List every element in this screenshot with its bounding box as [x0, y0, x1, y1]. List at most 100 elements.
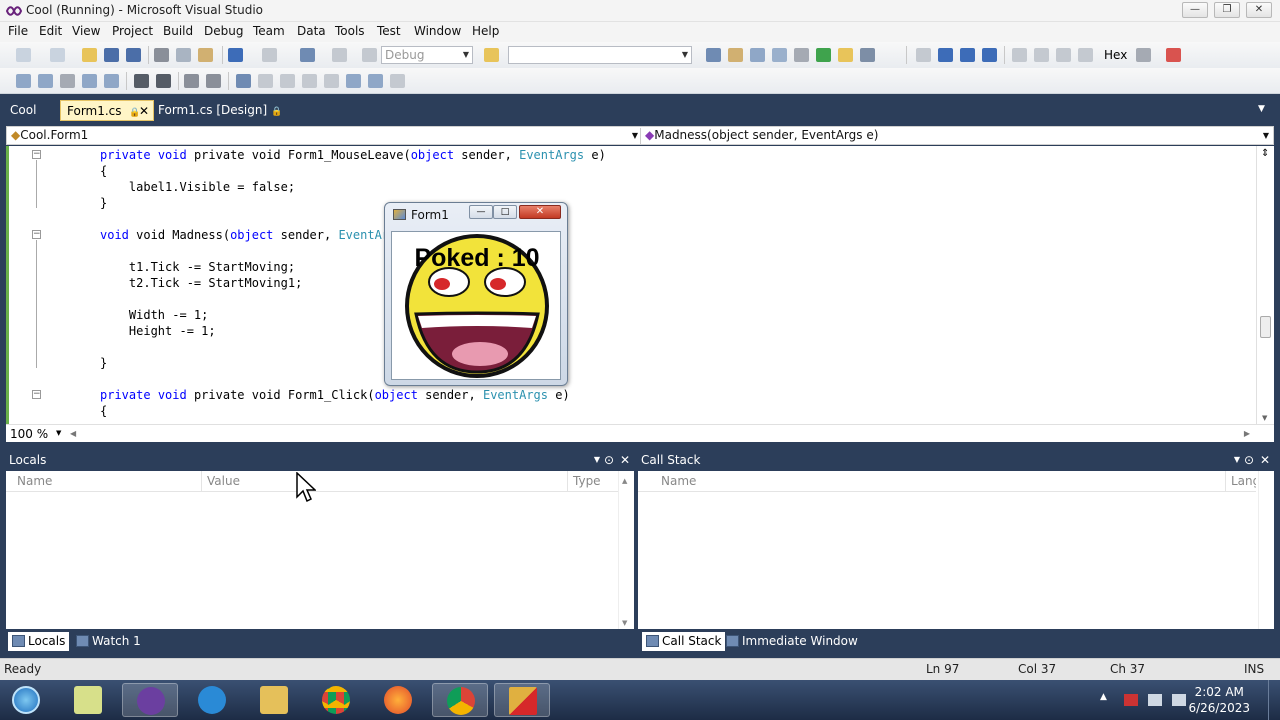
prev-bookmark-document-icon[interactable] — [346, 74, 361, 88]
start-debugging-icon[interactable] — [362, 48, 377, 62]
form1-client-area[interactable]: Poked : 10 — [391, 231, 561, 380]
panel-menu-icon[interactable]: ▼ — [594, 451, 600, 469]
navigate-backward-icon[interactable] — [300, 48, 315, 62]
undo-icon[interactable] — [228, 48, 243, 62]
show-desktop-button[interactable] — [1268, 680, 1280, 720]
cut-icon[interactable] — [154, 48, 169, 62]
scroll-down-icon[interactable]: ▼ — [622, 619, 627, 627]
collapse-toggle[interactable]: − — [32, 230, 41, 239]
tab-form1-cs[interactable]: Form1.cs 🔒 ✕ — [60, 100, 154, 121]
paste-icon[interactable] — [198, 48, 213, 62]
menu-tools[interactable]: Tools — [335, 24, 365, 38]
column-value[interactable]: Value — [202, 471, 568, 491]
menu-edit[interactable]: Edit — [39, 24, 62, 38]
form1-maximize-button[interactable]: □ — [493, 205, 517, 219]
start-page-icon[interactable] — [816, 48, 831, 62]
column-type[interactable]: Type — [568, 471, 618, 491]
show-hidden-icons[interactable]: ▲ — [1100, 692, 1107, 702]
menu-team[interactable]: Team — [253, 24, 285, 38]
taskbar-visual-studio[interactable] — [122, 683, 178, 717]
parameter-info-icon[interactable] — [38, 74, 53, 88]
tab-form1-design[interactable]: Form1.cs [Design] 🔒 — [152, 100, 288, 121]
show-next-statement-icon[interactable] — [1012, 48, 1027, 62]
tab-list-dropdown-icon[interactable]: ▼ — [1258, 104, 1265, 114]
zoom-dropdown-icon[interactable]: ▼ — [56, 429, 61, 437]
tab-immediate-window[interactable]: Immediate Window — [722, 632, 862, 651]
scrollbar-thumb[interactable] — [1260, 316, 1271, 338]
menu-view[interactable]: View — [72, 24, 100, 38]
volume-icon[interactable] — [1172, 694, 1186, 706]
scroll-down-icon[interactable]: ▼ — [1262, 414, 1267, 422]
close-panel-icon[interactable]: ✕ — [1260, 451, 1270, 469]
menu-file[interactable]: File — [8, 24, 28, 38]
hex-display-toggle[interactable]: Hex — [1104, 48, 1127, 62]
prev-bookmark-folder-icon[interactable] — [302, 74, 317, 88]
save-all-icon[interactable] — [126, 48, 141, 62]
zoom-level[interactable]: 100 % — [10, 427, 48, 441]
editor-vertical-scrollbar[interactable]: ⇕ ▼ — [1256, 146, 1274, 424]
step-over-icon[interactable] — [1056, 48, 1071, 62]
close-button[interactable]: ✕ — [1246, 2, 1272, 18]
column-name[interactable]: Name — [12, 471, 202, 491]
tab-locals[interactable]: Locals — [8, 632, 70, 651]
find-combo[interactable]: ▼ — [508, 46, 692, 64]
locals-scrollbar[interactable]: ▲ ▼ — [618, 471, 632, 629]
scroll-left-icon[interactable]: ◀ — [70, 429, 76, 438]
form1-window[interactable]: Form1 — □ ✕ Poked : 10 — [384, 202, 568, 386]
close-panel-icon[interactable]: ✕ — [620, 451, 630, 469]
close-tab-icon[interactable]: ✕ — [139, 101, 149, 121]
pin-icon[interactable]: ⊙ — [1244, 451, 1254, 469]
menu-test[interactable]: Test — [377, 24, 401, 38]
minimize-button[interactable]: — — [1182, 2, 1208, 18]
toggle-bookmark-icon[interactable] — [236, 74, 251, 88]
collapse-toggle[interactable]: − — [32, 390, 41, 399]
stop-debugging-icon[interactable] — [960, 48, 975, 62]
tab-watch1[interactable]: Watch 1 — [72, 632, 145, 651]
start-button[interactable] — [2, 683, 54, 717]
next-bookmark-document-icon[interactable] — [368, 74, 383, 88]
next-bookmark-icon[interactable] — [280, 74, 295, 88]
solution-explorer-icon[interactable] — [706, 48, 721, 62]
break-all-icon[interactable] — [938, 48, 953, 62]
taskbar-sticky-notes[interactable] — [60, 683, 116, 717]
member-dropdown[interactable]: ◆Madness(object sender, EventArgs e) ▼ — [645, 128, 1271, 144]
taskbar-form1-app[interactable] — [494, 683, 550, 717]
open-folder-icon[interactable] — [82, 48, 97, 62]
taskbar-firefox[interactable] — [370, 683, 426, 717]
object-browser-icon[interactable] — [750, 48, 765, 62]
breakpoints-icon[interactable] — [1166, 48, 1181, 62]
extension-manager-icon[interactable] — [838, 48, 853, 62]
new-project-icon[interactable] — [16, 48, 31, 62]
window-layout-icon[interactable] — [860, 48, 875, 62]
tab-cool[interactable]: Cool — [4, 100, 42, 121]
action-center-icon[interactable] — [1124, 694, 1138, 706]
increase-indent-icon[interactable] — [156, 74, 171, 88]
scroll-up-icon[interactable]: ▲ — [622, 477, 627, 485]
comment-out-icon[interactable] — [184, 74, 199, 88]
redo-icon[interactable] — [262, 48, 277, 62]
menu-build[interactable]: Build — [163, 24, 193, 38]
save-icon[interactable] — [104, 48, 119, 62]
display-word-icon[interactable] — [104, 74, 119, 88]
complete-word-icon[interactable] — [82, 74, 97, 88]
restart-icon[interactable] — [982, 48, 997, 62]
continue-icon[interactable] — [916, 48, 931, 62]
collapse-toggle[interactable]: − — [32, 150, 41, 159]
copy-icon[interactable] — [176, 48, 191, 62]
step-into-icon[interactable] — [1034, 48, 1049, 62]
show-threads-icon[interactable] — [1136, 48, 1151, 62]
split-handle-icon[interactable]: ⇕ — [1261, 148, 1269, 159]
decrease-indent-icon[interactable] — [134, 74, 149, 88]
next-bookmark-folder-icon[interactable] — [324, 74, 339, 88]
menu-project[interactable]: Project — [112, 24, 153, 38]
panel-menu-icon[interactable]: ▼ — [1234, 451, 1240, 469]
step-out-icon[interactable] — [1078, 48, 1093, 62]
system-clock[interactable]: 2:02 AM 6/26/2023 — [1188, 684, 1250, 716]
class-dropdown[interactable]: ◆Cool.Form1 ▼ — [11, 128, 641, 144]
taskbar-chrome-2[interactable] — [432, 683, 488, 717]
toolbox-icon[interactable] — [772, 48, 787, 62]
callstack-scrollbar[interactable] — [1258, 471, 1274, 629]
pin-icon[interactable]: ⊙ — [604, 451, 614, 469]
code-editor[interactable]: − − − private void private void Form1_Mo… — [6, 146, 1274, 424]
column-language[interactable]: Lang — [1226, 471, 1256, 491]
